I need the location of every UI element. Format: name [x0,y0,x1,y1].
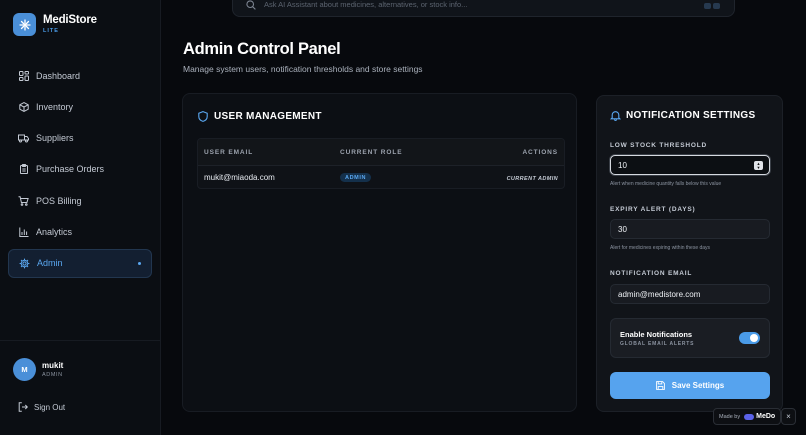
low-stock-label: LOW STOCK THRESHOLD [610,142,708,149]
column-header-current-role: CURRENT ROLE [340,148,403,156]
keyboard-shortcut-hint [704,3,720,9]
sidebar-item-purchase-orders[interactable]: Purchase Orders [8,155,152,184]
medistore-logo-icon [13,13,36,36]
save-settings-label: Save Settings [671,381,725,390]
page-title: Admin Control Panel [183,40,341,58]
user-management-title: USER MANAGEMENT [214,111,322,122]
close-badge-button[interactable]: × [781,408,796,425]
sidebar-item-suppliers[interactable]: Suppliers [8,124,152,153]
column-header-actions: ACTIONS [522,148,558,156]
notification-settings-title: NOTIFICATION SETTINGS [626,110,756,121]
user-management-header: USER MANAGEMENT [198,111,322,122]
search-icon [246,0,256,10]
notification-email-input[interactable] [618,289,748,299]
sidebar-item-dashboard[interactable]: Dashboard [8,61,152,90]
logout-icon [18,402,28,412]
role-badge: ADMIN [340,173,372,183]
sidebar-item-label: Suppliers [36,133,74,144]
cart-icon [18,195,29,206]
active-indicator-dot [138,261,141,265]
sidebar-item-label: Analytics [36,226,73,237]
sidebar-item-inventory[interactable]: Inventory [8,92,152,121]
grid-icon [18,70,29,81]
current-admin-label: CURRENT ADMIN [506,175,558,182]
sidebar-item-label: Inventory [36,101,74,112]
user-email-cell: mukit@miaoda.com [204,172,275,182]
sidebar-nav: Dashboard Inventory Suppliers Purchase O… [8,61,152,280]
column-header-user-email: USER EMAIL [204,148,254,156]
save-settings-button[interactable]: Save Settings [610,372,770,399]
ai-search-bar[interactable] [232,0,735,17]
sidebar-item-label: Dashboard [36,70,81,81]
avatar: M [13,358,36,381]
brand[interactable]: MediStore LITE [13,13,97,36]
toggle-title: Enable Notifications [620,330,693,339]
user-profile[interactable]: M mukit ADMIN [13,358,63,381]
made-by-prefix: Made by [719,413,741,420]
expiry-alert-label: EXPIRY ALERT (DAYS) [610,206,696,213]
sidebar-item-admin[interactable]: Admin [8,248,152,278]
sidebar-item-label: Admin [37,258,63,269]
notification-email-label: NOTIFICATION EMAIL [610,270,693,277]
sidebar-divider [0,340,161,341]
medo-logo-icon [744,413,755,420]
sidebar-item-analytics[interactable]: Analytics [8,217,152,246]
gear-icon [19,258,30,269]
sidebar-item-pos-billing[interactable]: POS Billing [8,186,152,215]
brand-name: MediStore [43,13,97,26]
save-icon [655,381,665,390]
user-role: ADMIN [42,371,63,378]
toggle-knob [750,334,758,342]
enable-notifications-toggle[interactable] [739,332,760,344]
user-name: mukit [42,360,64,370]
sidebar-item-label: POS Billing [36,195,82,206]
user-table: USER EMAIL CURRENT ROLE ACTIONS mukit@mi… [197,138,565,189]
number-stepper[interactable]: ▲ ▼ [754,161,763,170]
sidebar: MediStore LITE Dashboard Inventory Suppl… [0,0,161,435]
expiry-alert-hint: Alert for medicines expiring within thes… [610,245,711,251]
user-management-card: USER MANAGEMENT USER EMAIL CURRENT ROLE … [182,93,577,412]
shield-icon [198,111,209,122]
sidebar-item-label: Purchase Orders [36,164,105,175]
box-icon [18,101,29,112]
low-stock-threshold-field[interactable]: ▲▼ [610,155,770,175]
search-input[interactable] [264,0,684,9]
expiry-alert-field[interactable] [610,219,770,239]
brand-tag: LITE [43,27,59,34]
sign-out-button[interactable]: Sign Out [18,402,65,412]
table-row: mukit@miaoda.com ADMIN CURRENT ADMIN [198,166,564,188]
clipboard-icon [18,164,29,175]
made-by-badge[interactable]: Made by MeDo [713,408,781,425]
page-subtitle: Manage system users, notification thresh… [183,64,423,74]
notification-settings-card: NOTIFICATION SETTINGS LOW STOCK THRESHOL… [596,95,783,412]
made-by-brand: MeDo [756,413,776,420]
truck-icon [18,133,29,144]
expiry-alert-input[interactable] [618,224,748,234]
enable-notifications-panel: Enable Notifications GLOBAL EMAIL ALERTS [610,318,770,358]
bell-icon [610,110,621,121]
low-stock-hint: Alert when medicine quantity falls below… [610,181,722,187]
bar-chart-icon [18,226,29,237]
low-stock-threshold-input[interactable] [618,160,748,170]
table-header: USER EMAIL CURRENT ROLE ACTIONS [198,139,564,166]
notification-settings-header: NOTIFICATION SETTINGS [610,110,755,121]
notification-email-field[interactable] [610,284,770,304]
toggle-subtitle: GLOBAL EMAIL ALERTS [620,341,695,347]
sign-out-label: Sign Out [34,402,66,412]
